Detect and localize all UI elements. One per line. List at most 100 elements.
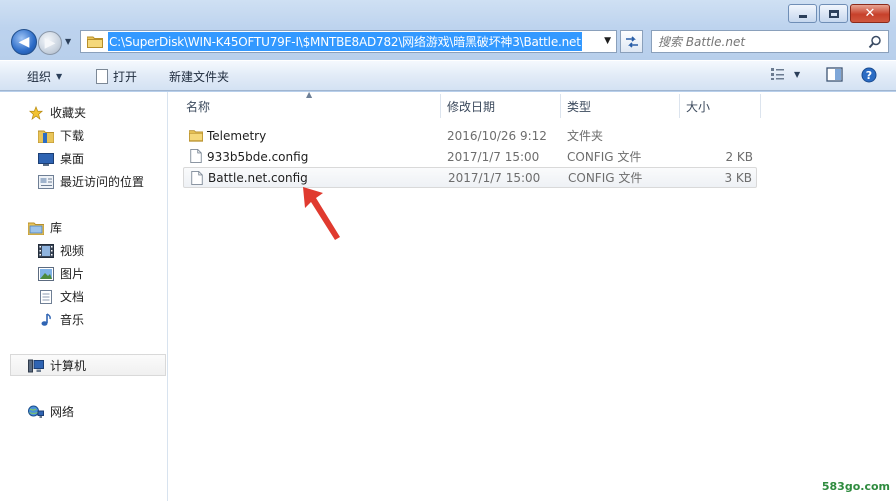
- help-icon: ?: [861, 67, 877, 83]
- search-icon[interactable]: [868, 35, 882, 49]
- close-icon: ✕: [864, 6, 876, 21]
- file-date: 2017/1/7 15:00: [448, 170, 541, 185]
- view-list-icon: [771, 68, 784, 80]
- preview-pane-button[interactable]: [826, 67, 843, 82]
- nav-item-label: 视频: [60, 244, 85, 258]
- nav-item-label: 文档: [60, 290, 85, 304]
- music-note-icon: [41, 312, 51, 326]
- close-button[interactable]: ✕: [850, 4, 890, 23]
- column-divider[interactable]: [440, 94, 441, 118]
- nav-item-desktop[interactable]: 桌面: [38, 150, 84, 167]
- file-name: 933b5bde.config: [207, 149, 309, 164]
- open-label: 打开: [113, 70, 138, 84]
- minimize-button[interactable]: [788, 4, 817, 23]
- star-icon: [28, 105, 44, 120]
- help-button[interactable]: ?: [861, 67, 877, 83]
- video-icon: [38, 243, 54, 258]
- navigation-pane: 收藏夹 下载 桌面 最近访问的位置 库 视频 图片 文档 音乐 计算机 网络: [0, 92, 168, 501]
- file-size: 2 KB: [725, 149, 753, 164]
- nav-libraries[interactable]: 库: [28, 219, 62, 236]
- nav-item-label: 音乐: [60, 313, 85, 327]
- file-type: CONFIG 文件: [567, 150, 642, 164]
- minimize-icon: [798, 15, 807, 18]
- column-divider[interactable]: [560, 94, 561, 118]
- content-area: 收藏夹 下载 桌面 最近访问的位置 库 视频 图片 文档 音乐 计算机 网络 ▲…: [0, 90, 896, 501]
- folder-icon: [87, 36, 103, 48]
- folder-icon: [189, 130, 203, 142]
- column-header-date[interactable]: 修改日期: [447, 98, 495, 115]
- change-view-button[interactable]: ▼: [770, 67, 800, 81]
- preview-pane-icon: [826, 67, 843, 82]
- file-date: 2017/1/7 15:00: [447, 149, 540, 164]
- navigation-bar: ◀ ▶ ▼ C:\SuperDisk\WIN-K45OFTU79F-I\$MNT…: [0, 28, 896, 56]
- recent-places-icon: [38, 174, 54, 189]
- address-bar[interactable]: C:\SuperDisk\WIN-K45OFTU79F-I\$MNTBE8AD7…: [80, 30, 617, 53]
- picture-icon: [38, 266, 54, 281]
- organize-label: 组织: [27, 70, 52, 84]
- file-type: 文件夹: [567, 129, 604, 143]
- document-icon: [40, 289, 52, 304]
- file-date: 2016/10/26 9:12: [447, 128, 547, 143]
- file-size: 3 KB: [724, 170, 752, 185]
- computer-icon: [28, 359, 44, 372]
- nav-computer-label: 计算机: [50, 359, 87, 373]
- explorer-window: ✕ ◀ ▶ ▼ C:\SuperDisk\WIN-K45OFTU79F-I\$M…: [0, 0, 896, 501]
- refresh-icon: [625, 35, 638, 48]
- file-icon: [191, 171, 203, 185]
- nav-network[interactable]: 网络: [28, 403, 74, 420]
- table-row-selected[interactable]: Battle.net.config 2017/1/7 15:00 CONFIG …: [183, 167, 757, 188]
- search-input[interactable]: [658, 34, 863, 49]
- nav-item-pictures[interactable]: 图片: [38, 265, 84, 282]
- recent-pages-dropdown-icon[interactable]: ▼: [65, 37, 71, 46]
- refresh-button[interactable]: [620, 30, 643, 53]
- nav-favorites[interactable]: 收藏夹: [28, 104, 86, 121]
- new-folder-label: 新建文件夹: [169, 70, 230, 84]
- nav-item-downloads[interactable]: 下载: [38, 127, 84, 144]
- table-row[interactable]: 933b5bde.config 2017/1/7 15:00 CONFIG 文件…: [183, 146, 757, 167]
- nav-item-label: 图片: [60, 267, 85, 281]
- document-icon: [96, 69, 108, 84]
- organize-button[interactable]: 组织 ▼: [27, 68, 62, 85]
- address-dropdown-icon[interactable]: ▼: [604, 36, 611, 46]
- nav-item-videos[interactable]: 视频: [38, 242, 84, 259]
- file-type: CONFIG 文件: [568, 171, 643, 185]
- nav-item-music[interactable]: 音乐: [38, 311, 84, 328]
- watermark: 583go.com: [821, 480, 890, 493]
- chevron-down-icon: ▼: [56, 72, 63, 81]
- address-path[interactable]: C:\SuperDisk\WIN-K45OFTU79F-I\$MNTBE8AD7…: [108, 32, 582, 51]
- command-bar: 组织 ▼ 打开 新建文件夹 ▼ ?: [0, 60, 896, 91]
- nav-favorites-label: 收藏夹: [50, 106, 87, 120]
- nav-item-label: 最近访问的位置: [60, 175, 145, 189]
- nav-item-label: 桌面: [60, 152, 85, 166]
- nav-item-recent-places[interactable]: 最近访问的位置: [38, 173, 144, 190]
- svg-text:?: ?: [866, 69, 872, 82]
- nav-computer[interactable]: 计算机: [28, 357, 86, 374]
- network-icon: [28, 405, 44, 418]
- column-header-size[interactable]: 大小: [686, 98, 710, 115]
- nav-item-label: 下载: [60, 129, 85, 143]
- file-name: Telemetry: [207, 128, 267, 143]
- back-button[interactable]: ◀: [11, 29, 37, 55]
- new-folder-button[interactable]: 新建文件夹: [169, 68, 229, 85]
- nav-item-documents[interactable]: 文档: [38, 288, 84, 305]
- file-icon: [190, 149, 202, 163]
- arrow-left-icon: ◀: [18, 34, 30, 50]
- column-divider[interactable]: [679, 94, 680, 118]
- column-header-name[interactable]: 名称: [186, 98, 210, 115]
- forward-button[interactable]: ▶: [38, 31, 62, 55]
- column-divider[interactable]: [760, 94, 761, 118]
- desktop-icon: [38, 152, 54, 166]
- nav-libraries-label: 库: [50, 221, 63, 235]
- downloads-folder-icon: [38, 130, 54, 143]
- maximize-button[interactable]: [819, 4, 848, 23]
- file-name: Battle.net.config: [208, 170, 308, 185]
- annotation-arrow-icon: [303, 187, 340, 240]
- maximize-icon: [828, 9, 839, 18]
- search-box[interactable]: [651, 30, 889, 53]
- open-button[interactable]: 打开: [96, 68, 137, 85]
- table-row[interactable]: Telemetry 2016/10/26 9:12 文件夹: [183, 125, 757, 146]
- nav-network-label: 网络: [50, 405, 75, 419]
- library-icon: [28, 222, 44, 235]
- file-list: ▲ 名称 修改日期 类型 大小 Telemetry 2016/10/26 9:1…: [169, 90, 896, 501]
- column-header-type[interactable]: 类型: [567, 98, 591, 115]
